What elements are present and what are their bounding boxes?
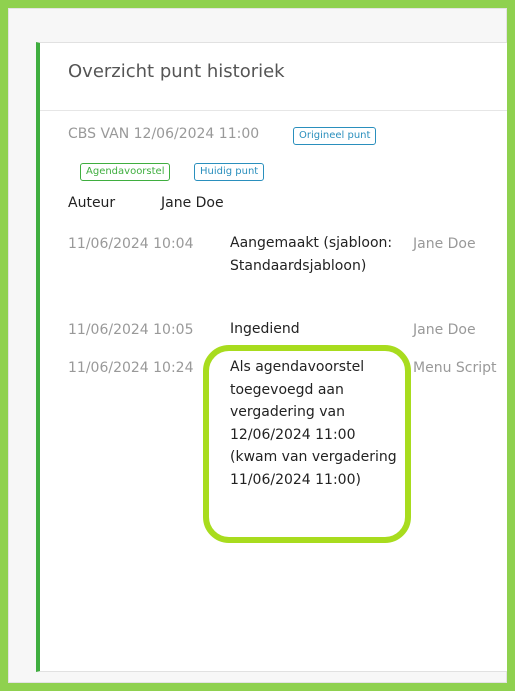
history-description: Als agendavoorstel toegevoegd aan vergad… bbox=[230, 359, 397, 488]
history-description: Ingediend bbox=[230, 321, 300, 337]
author-label: Auteur bbox=[68, 195, 116, 211]
agenda-proposal-badge: Agendavoorstel bbox=[80, 163, 171, 181]
history-time: 11/06/2024 10:05 bbox=[68, 322, 194, 338]
history-time: 11/06/2024 10:04 bbox=[68, 236, 194, 252]
history-user: Menu Script bbox=[413, 360, 497, 376]
meeting-label: CBS VAN 12/06/2024 11:00 bbox=[68, 126, 260, 142]
author-name: Jane Doe bbox=[161, 195, 224, 211]
original-item-badge: Origineel punt bbox=[293, 127, 377, 145]
title-divider bbox=[40, 110, 507, 111]
history-time: 11/06/2024 10:24 bbox=[68, 360, 194, 376]
history-user: Jane Doe bbox=[413, 322, 476, 338]
history-description: Aangemaakt (sjabloon: Standaardsjabloon) bbox=[230, 235, 393, 274]
current-item-badge: Huidig punt bbox=[194, 163, 265, 181]
history-user: Jane Doe bbox=[413, 236, 476, 252]
panel-title: Overzicht punt historiek bbox=[68, 61, 285, 82]
